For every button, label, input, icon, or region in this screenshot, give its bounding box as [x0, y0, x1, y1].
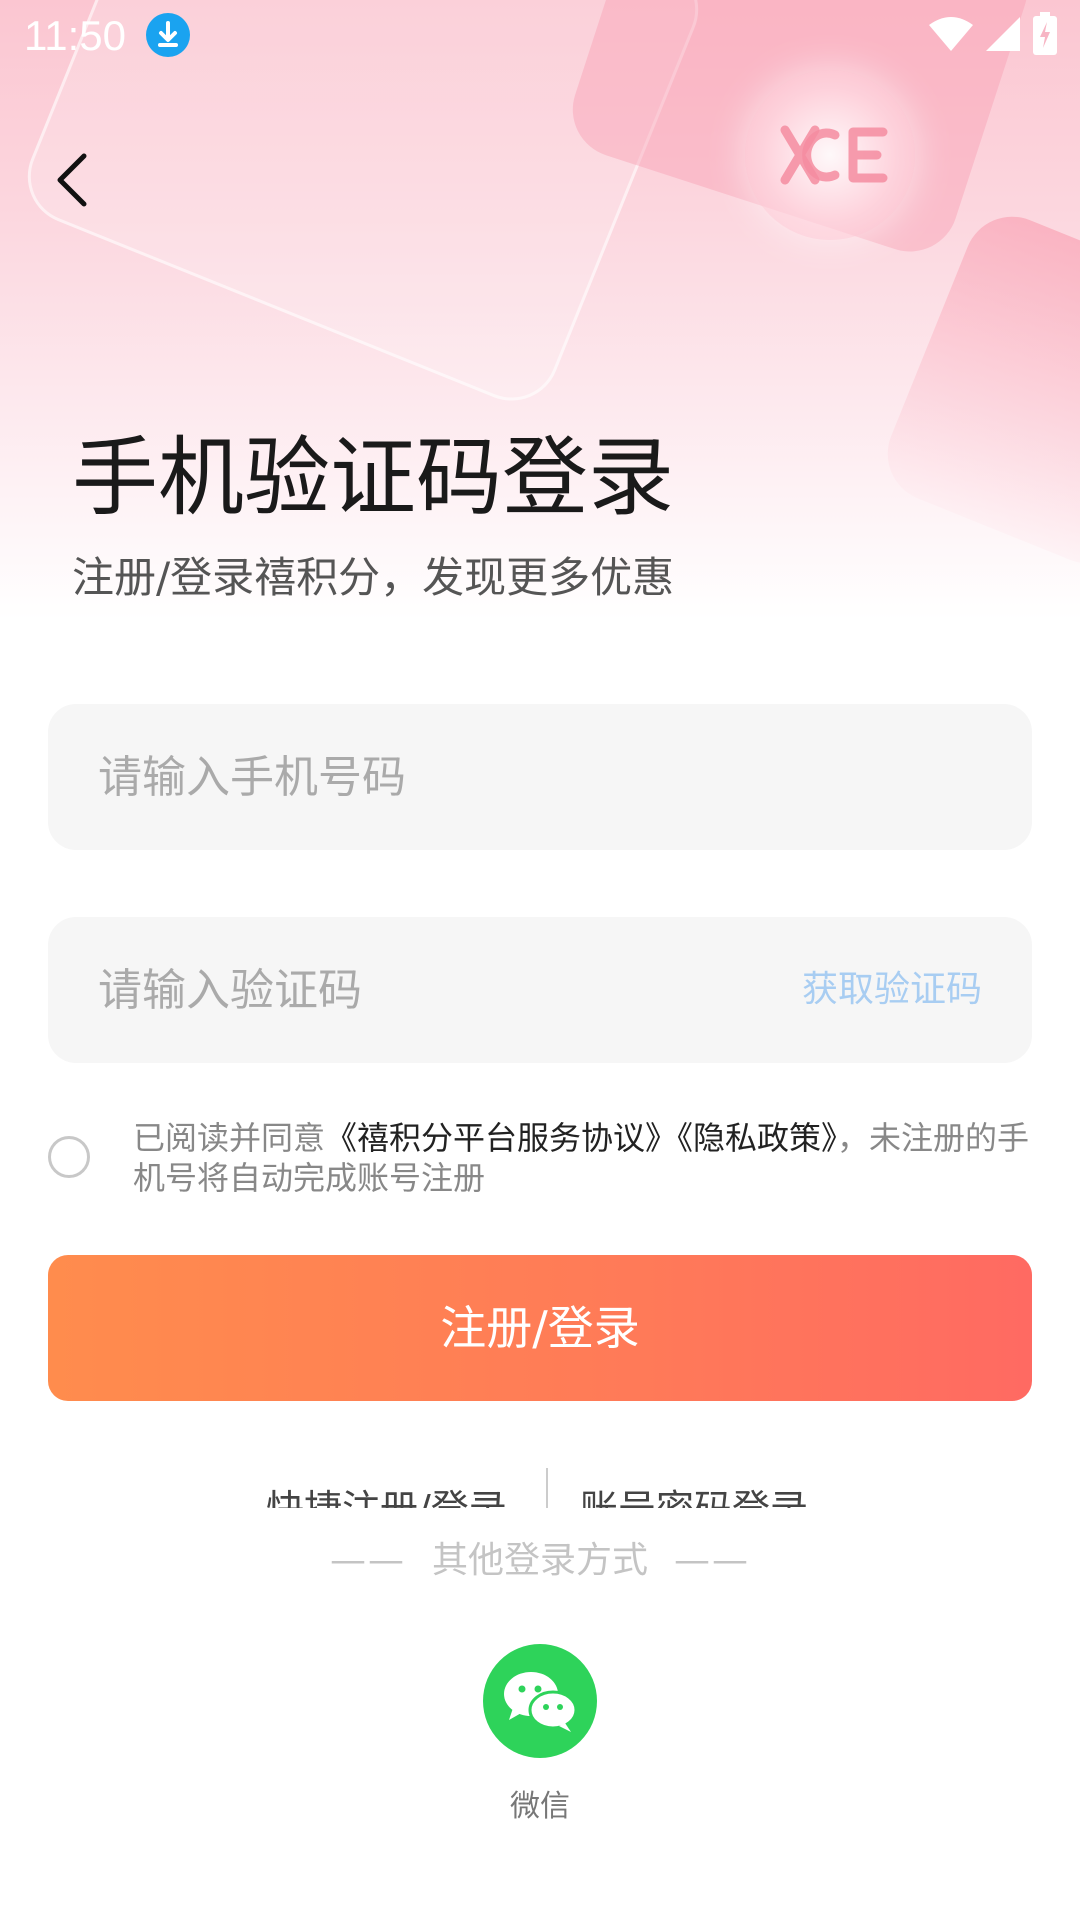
alt-login-modes: 快捷注册/登录 账号密码登录 — [0, 1466, 1080, 1508]
signal-icon — [984, 15, 1022, 57]
status-time: 11:50 — [24, 12, 126, 59]
agreement-prefix: 已阅读并同意 — [133, 1119, 326, 1157]
phone-field — [48, 704, 1032, 850]
service-agreement-link[interactable]: 《禧积分平台服务协议》 — [325, 1119, 677, 1157]
phone-input[interactable] — [98, 704, 778, 850]
privacy-policy-link[interactable]: 《隐私政策》 — [677, 1119, 837, 1157]
divider — [546, 1468, 548, 1508]
status-bar: 11:50 — [0, 0, 1080, 72]
agreement-checkbox[interactable] — [48, 1136, 90, 1178]
agreement-text: 已阅读并同意《禧积分平台服务协议》《隐私政策》，未注册的手机号将自动完成账号注册 — [133, 1118, 1038, 1198]
login-screen: 11:50 手机验证码登录 注册/登录禧积分，发现更多优惠 请输入手机号码 请输… — [0, 0, 1080, 1920]
back-button[interactable] — [46, 148, 102, 212]
register-login-button[interactable]: 注册/登录 — [48, 1255, 1032, 1401]
wechat-login-button[interactable] — [483, 1644, 597, 1758]
battery-charging-icon — [1032, 12, 1058, 60]
divider-dash-left: —— — [329, 1540, 406, 1581]
wechat-label: 微信 — [510, 1789, 570, 1824]
brand-logo-glyph — [775, 120, 895, 190]
code-field: 获取验证码 — [48, 917, 1032, 1063]
other-login-label: 其他登录方式 — [431, 1540, 648, 1581]
get-code-button[interactable]: 获取验证码 — [802, 917, 982, 1063]
download-icon — [146, 13, 190, 57]
wifi-icon — [928, 15, 974, 57]
page-subtitle: 注册/登录禧积分，发现更多优惠 — [72, 553, 675, 602]
status-icons — [928, 12, 1058, 60]
page-title: 手机验证码登录 — [72, 428, 674, 528]
decorative-card — [873, 202, 1080, 578]
password-login-tab[interactable]: 账号密码登录 — [580, 1478, 808, 1508]
chevron-left-icon — [57, 153, 87, 207]
verification-code-input[interactable] — [98, 917, 778, 1063]
wechat-icon — [504, 1672, 578, 1732]
other-login-divider: —— 其他登录方式 —— — [0, 1536, 1080, 1586]
quick-login-tab[interactable]: 快捷注册/登录 — [266, 1478, 507, 1508]
divider-dash-right: —— — [674, 1540, 750, 1581]
